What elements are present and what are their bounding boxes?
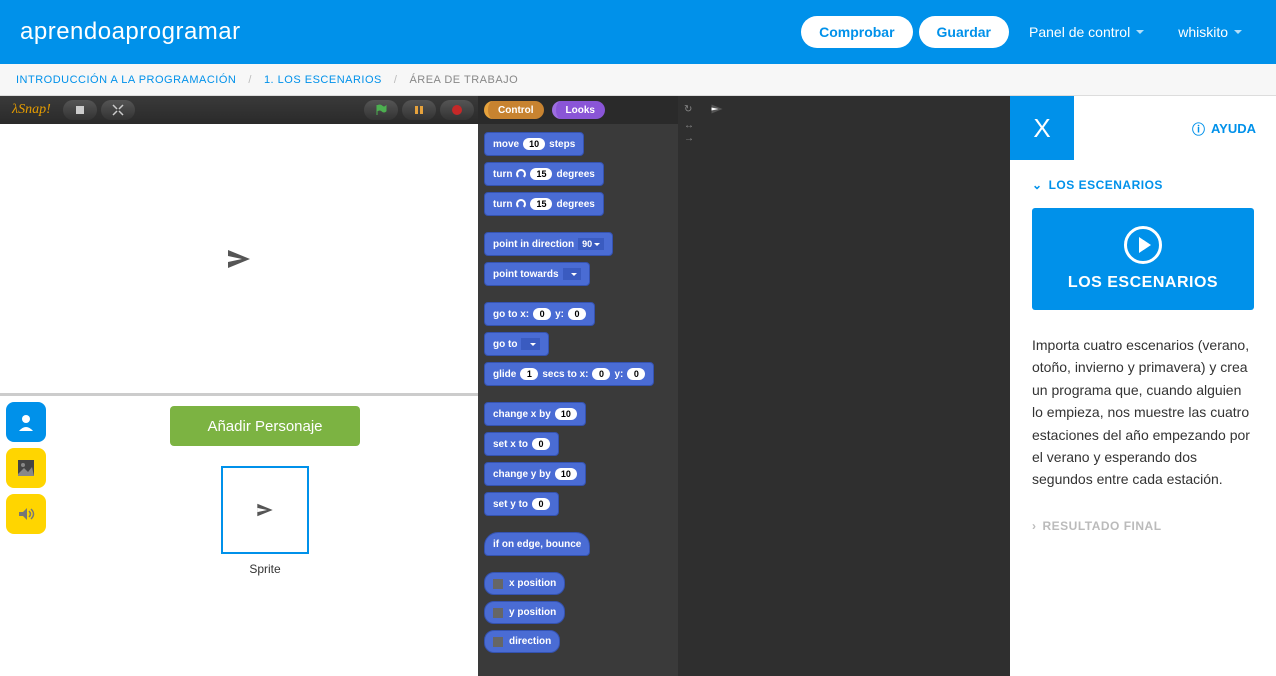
stop-button[interactable] — [440, 100, 474, 120]
sounds-tab-icon[interactable] — [6, 494, 46, 534]
block-point-towards[interactable]: point towards — [484, 262, 590, 286]
breadcrumb: INTRODUCCIÓN A LA PROGRAMACIÓN / 1. LOS … — [0, 64, 1276, 96]
stage[interactable] — [0, 124, 478, 396]
user-menu[interactable]: whiskito — [1164, 24, 1256, 40]
script-area[interactable]: ↻ ↔ → — [678, 96, 1010, 676]
category-tabs: Control Looks — [478, 96, 678, 124]
block-move[interactable]: move10steps — [484, 132, 584, 156]
side-icons — [0, 396, 52, 676]
video-card[interactable]: LOS ESCENARIOS — [1032, 208, 1254, 310]
sprite-arrow-icon — [257, 504, 272, 517]
sprite-thumbnail[interactable] — [221, 466, 309, 554]
costumes-tab-icon[interactable] — [6, 402, 46, 442]
chevron-right-icon: › — [1032, 519, 1037, 533]
breadcrumb-l2[interactable]: 1. LOS ESCENARIOS — [264, 74, 382, 86]
chevron-down-icon — [1136, 30, 1144, 34]
add-character-button[interactable]: Añadir Personaje — [170, 406, 360, 446]
sprite-arrow-icon — [712, 105, 723, 114]
breadcrumb-l3: ÁREA DE TRABAJO — [409, 74, 518, 86]
check-button[interactable]: Comprobar — [801, 16, 912, 48]
block-point-direction[interactable]: point in direction90 — [484, 232, 613, 256]
script-sprite-info: ↻ ↔ → — [678, 96, 1010, 140]
turn-ccw-icon — [516, 199, 526, 209]
blocks-list: move10steps turn15degrees turn15degrees … — [478, 124, 678, 661]
main-header: aprendoaprogramar Comprobar Guardar Pane… — [0, 0, 1276, 64]
help-panel: X ⓘ AYUDA ⌄ LOS ESCENARIOS LOS ESCENARIO… — [1010, 96, 1276, 676]
save-button[interactable]: Guardar — [919, 16, 1009, 48]
help-icon: ⓘ — [1192, 119, 1205, 138]
logo: aprendoaprogramar — [20, 18, 241, 46]
sprite-panel: Añadir Personaje Sprite — [0, 396, 478, 676]
fullscreen-button[interactable] — [101, 100, 135, 120]
help-body: ⌄ LOS ESCENARIOS LOS ESCENARIOS Importa … — [1010, 160, 1276, 567]
category-control[interactable]: Control — [484, 101, 544, 119]
breadcrumb-sep: / — [248, 74, 252, 86]
flag-button[interactable] — [364, 100, 398, 120]
video-title: LOS ESCENARIOS — [1032, 274, 1254, 292]
stage-toolbar: λSnap! — [0, 96, 478, 124]
block-turn-cw[interactable]: turn15degrees — [484, 162, 604, 186]
block-goto[interactable]: go to — [484, 332, 549, 356]
workspace: λSnap! Añadir Personaje Sprite — [0, 96, 1276, 676]
help-text: Importa cuatro escenarios (verano, otoño… — [1032, 334, 1254, 491]
block-direction[interactable]: direction — [484, 630, 560, 653]
sprite-center: Añadir Personaje Sprite — [52, 396, 478, 676]
sprite-arrow-icon[interactable] — [228, 250, 250, 268]
control-panel-menu[interactable]: Panel de control — [1015, 24, 1158, 40]
block-set-y[interactable]: set y to0 — [484, 492, 559, 516]
checkbox-icon[interactable] — [493, 608, 503, 618]
chevron-down-icon: ⌄ — [1032, 178, 1043, 192]
chevron-down-icon — [1234, 30, 1242, 34]
rotate-icon[interactable]: ↻ — [684, 104, 692, 115]
block-bounce[interactable]: if on edge, bounce — [484, 532, 590, 556]
section-escenarios[interactable]: ⌄ LOS ESCENARIOS — [1032, 178, 1254, 192]
blocks-palette: Control Looks move10steps turn15degrees … — [478, 96, 678, 676]
stage-size-button[interactable] — [63, 100, 97, 120]
block-glide[interactable]: glide1secs to x:0y:0 — [484, 362, 654, 386]
help-header: X ⓘ AYUDA — [1010, 96, 1276, 160]
no-rotate-icon[interactable]: → — [684, 133, 694, 144]
pause-button[interactable] — [402, 100, 436, 120]
play-icon — [1124, 226, 1162, 264]
flip-icon[interactable]: ↔ — [684, 120, 694, 131]
block-set-x[interactable]: set x to0 — [484, 432, 559, 456]
breadcrumb-sep: / — [394, 74, 398, 86]
block-change-y[interactable]: change y by10 — [484, 462, 586, 486]
stage-column: λSnap! Añadir Personaje Sprite — [0, 96, 478, 676]
checkbox-icon[interactable] — [493, 579, 503, 589]
snap-logo: λSnap! — [4, 102, 59, 118]
backgrounds-tab-icon[interactable] — [6, 448, 46, 488]
checkbox-icon[interactable] — [493, 637, 503, 647]
block-y-position[interactable]: y position — [484, 601, 565, 624]
help-link[interactable]: ⓘ AYUDA — [1192, 119, 1276, 138]
block-turn-ccw[interactable]: turn15degrees — [484, 192, 604, 216]
category-looks[interactable]: Looks — [552, 101, 605, 119]
section-resultado[interactable]: › RESULTADO FINAL — [1032, 519, 1254, 533]
sprite-label: Sprite — [62, 562, 468, 576]
breadcrumb-l1[interactable]: INTRODUCCIÓN A LA PROGRAMACIÓN — [16, 74, 236, 86]
close-help-button[interactable]: X — [1010, 96, 1074, 160]
block-x-position[interactable]: x position — [484, 572, 565, 595]
turn-cw-icon — [516, 169, 526, 179]
block-change-x[interactable]: change x by10 — [484, 402, 586, 426]
block-goto-xy[interactable]: go to x:0y:0 — [484, 302, 595, 326]
